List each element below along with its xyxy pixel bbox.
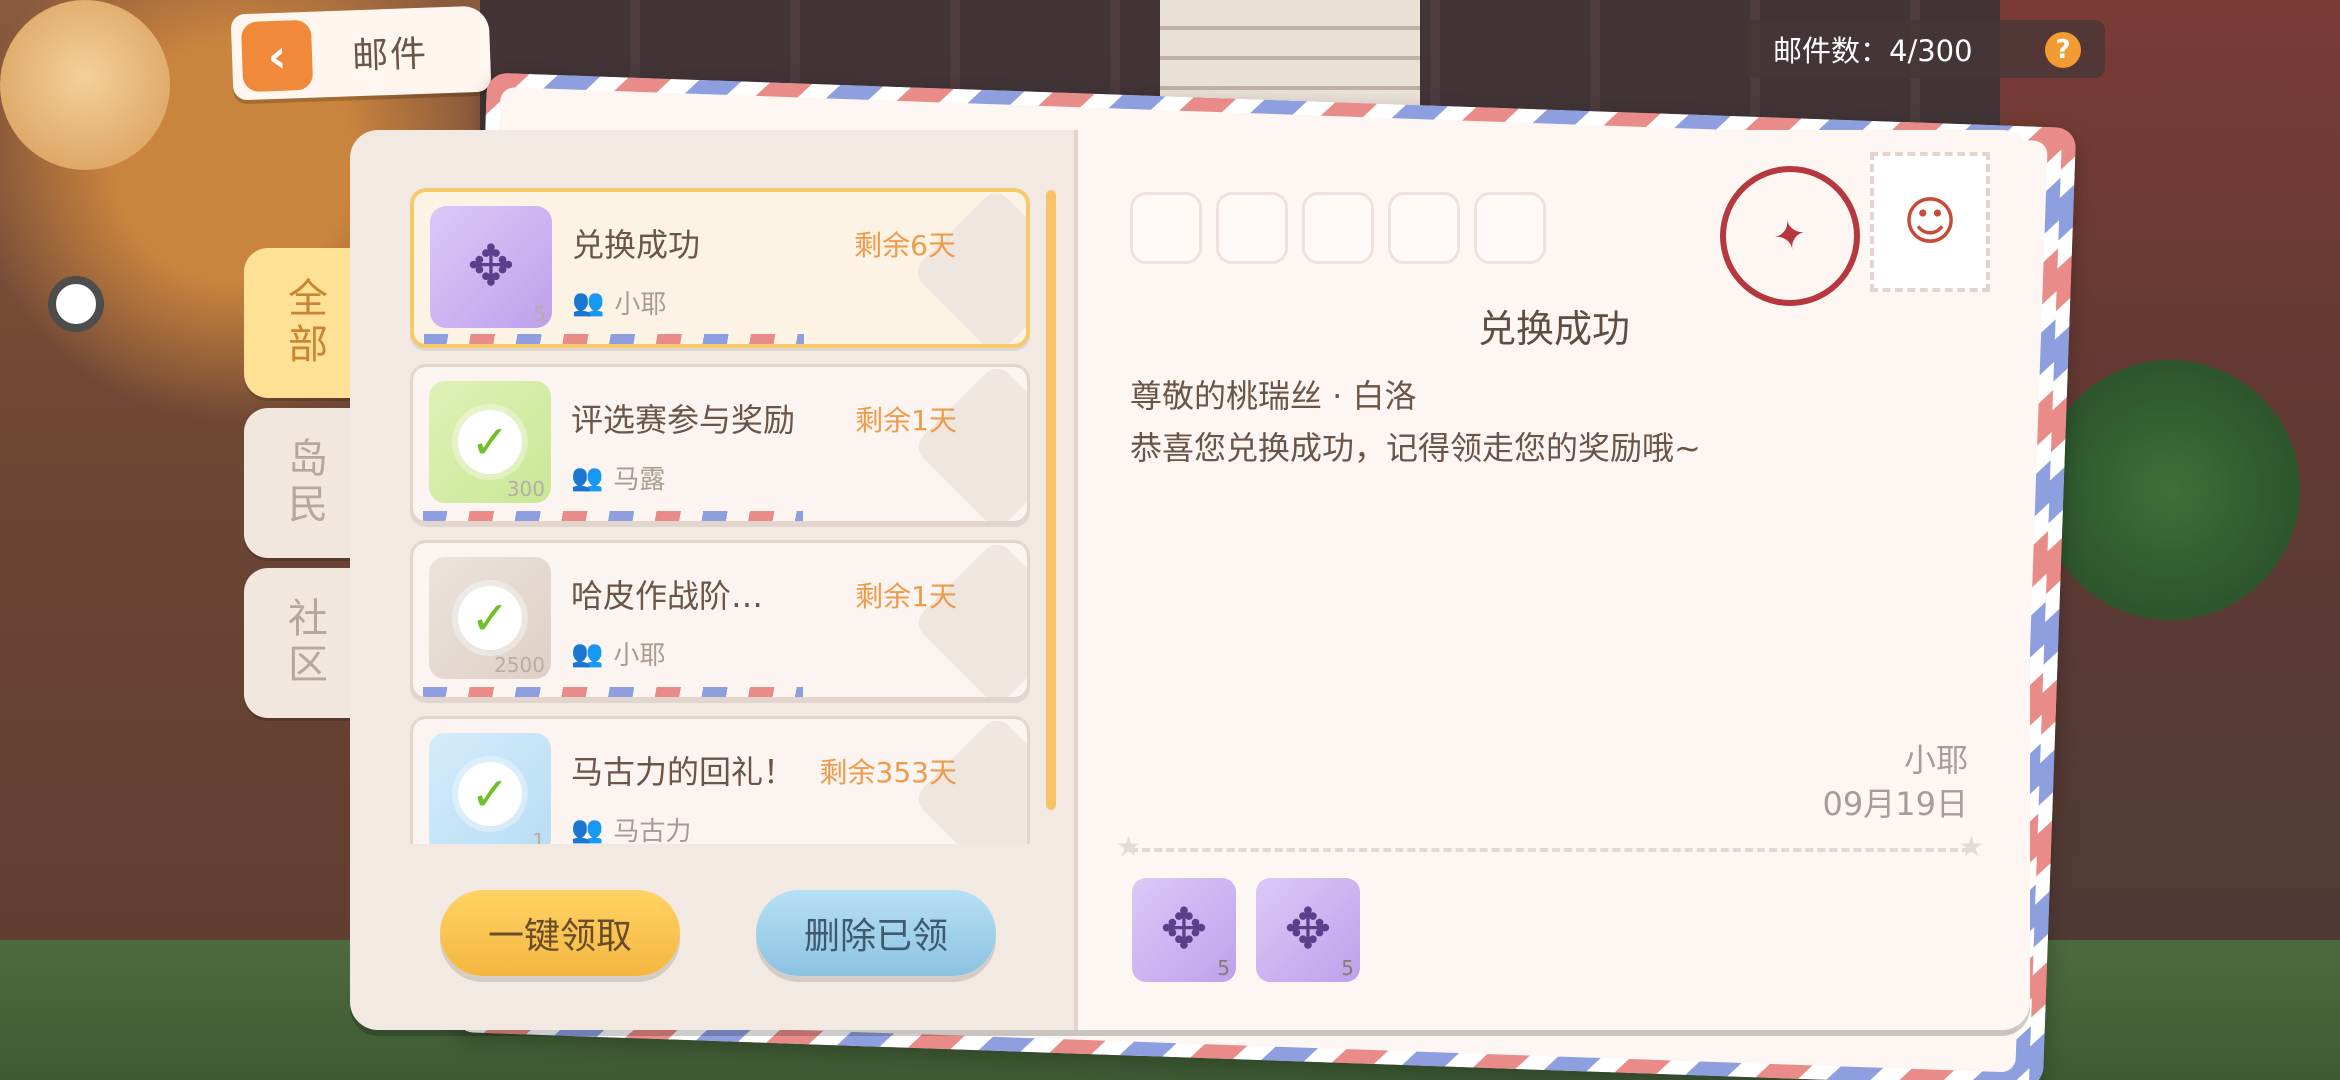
purple-item-icon: ✥: [1284, 897, 1332, 962]
scrollbar-thumb[interactable]: [1046, 190, 1056, 810]
detail-title: 兑换成功: [1477, 307, 1630, 351]
mail-item[interactable]: ✥ 5 兑换成功 剩余6天 👥 小耶: [410, 188, 1030, 348]
empty-slot: [1474, 192, 1546, 264]
detail-message: 恭喜您兑换成功，记得领走您的奖励哦~: [1130, 429, 1701, 467]
mail-sender: 👥 小耶: [571, 635, 665, 672]
mail-title: 马古力的回礼！: [571, 753, 796, 791]
help-icon[interactable]: ?: [2045, 32, 2081, 68]
claim-all-button[interactable]: 一键领取: [440, 890, 680, 976]
check-icon: ✓: [458, 762, 522, 826]
empty-slot: [1388, 192, 1460, 264]
mail-title: 哈皮作战阶…: [571, 577, 764, 615]
mail-sender: 👥 马露: [571, 459, 665, 496]
detail-body: 尊敬的桃瑞丝 · 白洛 恭喜您兑换成功，记得领走您的奖励哦~: [1130, 370, 1970, 474]
envelope-fold: [911, 192, 1026, 344]
empty-slot: [1216, 192, 1288, 264]
detail-signature: 小耶 09月19日: [1823, 738, 1968, 826]
sender-name: 马露: [613, 465, 666, 495]
back-button[interactable]: ‹ 邮件: [230, 5, 492, 101]
item-quantity: 2500: [494, 653, 545, 677]
airmail-stripe: [423, 511, 803, 521]
mail-list: ✥ 5 兑换成功 剩余6天 👥 小耶 ✓ 300 评选赛参与奖励 剩余1天 👥 …: [410, 188, 1030, 844]
detail-greeting: 尊敬的桃瑞丝 · 白洛: [1130, 377, 1417, 415]
mail-detail-page: ✦ ☺ 兑换成功 尊敬的桃瑞丝 · 白洛 恭喜您兑换成功，记得领走您的奖励哦~ …: [1078, 130, 2030, 1030]
attachment-quantity: 5: [1341, 956, 1354, 980]
check-icon: ✓: [458, 586, 522, 650]
empty-slot: [1130, 192, 1202, 264]
mail-remaining-days: 剩余6天: [854, 229, 956, 262]
tab-all[interactable]: 全部: [244, 248, 364, 398]
item-glyph: ✥: [467, 234, 515, 299]
mail-sender: 👥 马古力: [571, 811, 692, 845]
item-quantity: 1: [532, 829, 545, 844]
mail-count-label: 邮件数：4/300: [1773, 34, 1973, 68]
attachment-item[interactable]: ✥ 5: [1256, 878, 1360, 982]
mail-item[interactable]: ✓ 300 评选赛参与奖励 剩余1天 👥 马露: [410, 364, 1030, 524]
sender-name: 马古力: [613, 817, 692, 844]
airmail-stripe: [424, 334, 804, 344]
mail-title: 评选赛参与奖励: [571, 401, 796, 439]
people-icon: 👥: [571, 814, 604, 845]
envelope-fold: [912, 367, 1027, 521]
mascot-decoration: [0, 0, 170, 170]
mail-list-scrollbar[interactable]: [1046, 190, 1056, 810]
check-icon: ✓: [458, 410, 522, 474]
tab-community[interactable]: 社区: [244, 568, 364, 718]
green-trophy-check-icon: ✓ 300: [429, 381, 551, 503]
envelope-fold: [912, 543, 1027, 697]
mail-item[interactable]: ✓ 2500 哈皮作战阶… 剩余1天 👥 小耶: [410, 540, 1030, 700]
purple-item-icon: ✥ 5: [430, 206, 552, 328]
back-arrow-icon: ‹: [240, 19, 314, 93]
mail-sender: 👥 小耶: [572, 284, 666, 321]
shrub: [2040, 360, 2300, 620]
people-icon: 👥: [571, 638, 604, 669]
mail-list-page: ✥ 5 兑换成功 剩余6天 👥 小耶 ✓ 300 评选赛参与奖励 剩余1天 👥 …: [350, 130, 1078, 1030]
mail-count-badge: 邮件数：4/300 ?: [1745, 20, 2105, 78]
sender-name: 小耶: [614, 290, 667, 320]
detail-sender: 小耶: [1903, 741, 1968, 779]
mail-remaining-days: 剩余1天: [855, 404, 957, 437]
people-icon: 👥: [571, 462, 604, 493]
attachments: ✥ 5 ✥ 5: [1132, 878, 1360, 982]
floating-assist-button[interactable]: [48, 276, 104, 332]
mail-book: ✥ 5 兑换成功 剩余6天 👥 小耶 ✓ 300 评选赛参与奖励 剩余1天 👥 …: [350, 130, 2030, 1030]
item-slots: [1130, 192, 1546, 264]
item-quantity: 300: [506, 477, 545, 501]
mail-remaining-days: 剩余1天: [855, 580, 957, 613]
attachment-item[interactable]: ✥ 5: [1132, 878, 1236, 982]
blue-bear-check-icon: ✓ 1: [429, 733, 551, 844]
mail-title: 兑换成功: [572, 226, 701, 264]
postage-stamp-icon: ☺: [1870, 152, 1990, 292]
postmark-icon: ✦: [1708, 154, 1872, 318]
stamp-decoration: ✦ ☺: [1708, 152, 1990, 318]
grey-coin-check-icon: ✓ 2500: [429, 557, 551, 679]
mail-remaining-days: 剩余353天: [819, 756, 957, 789]
mail-item[interactable]: ✓ 1 马古力的回礼！ 剩余353天 👥 马古力: [410, 716, 1030, 844]
purple-item-icon: ✥: [1160, 897, 1208, 962]
people-icon: 👥: [572, 287, 605, 318]
item-quantity: 5: [533, 302, 546, 326]
empty-slot: [1302, 192, 1374, 264]
airmail-stripe: [423, 687, 803, 697]
page-title: 邮件: [351, 33, 429, 78]
dashed-divider: [1116, 830, 1984, 863]
attachment-quantity: 5: [1217, 956, 1230, 980]
tab-islanders[interactable]: 岛民: [244, 408, 364, 558]
category-tabs: 全部 岛民 社区: [244, 248, 364, 728]
detail-date: 09月19日: [1822, 785, 1968, 823]
sender-name: 小耶: [613, 641, 666, 671]
delete-claimed-button[interactable]: 删除已领: [756, 890, 996, 976]
